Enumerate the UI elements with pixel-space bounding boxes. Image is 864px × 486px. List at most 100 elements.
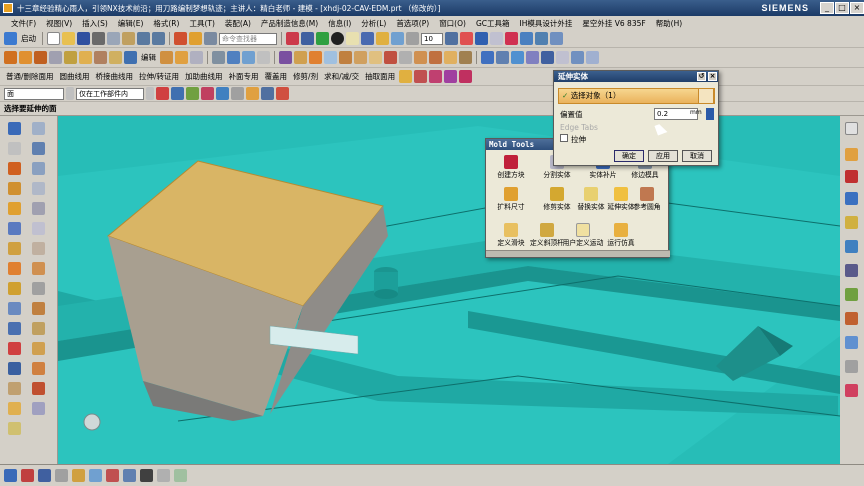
shortcut-extract-face[interactable]: 抽取面用 bbox=[363, 71, 397, 82]
tool-join-icon[interactable] bbox=[459, 70, 473, 83]
wrap-icon[interactable] bbox=[8, 322, 21, 335]
wcs-icon[interactable] bbox=[301, 32, 314, 45]
new-file-icon[interactable] bbox=[47, 32, 60, 45]
unite-icon[interactable] bbox=[32, 322, 45, 335]
mirror-icon[interactable] bbox=[124, 51, 137, 64]
tool-divide-icon[interactable] bbox=[444, 70, 458, 83]
sphere-icon[interactable] bbox=[316, 32, 329, 45]
instance-icon[interactable] bbox=[32, 362, 45, 375]
rib-icon[interactable] bbox=[32, 262, 45, 275]
shading-icon[interactable] bbox=[331, 32, 344, 45]
bounded-plane-icon[interactable] bbox=[324, 51, 337, 64]
patch-icon[interactable] bbox=[354, 51, 367, 64]
curve-spline-icon[interactable] bbox=[242, 51, 255, 64]
filter-icon[interactable] bbox=[156, 87, 169, 100]
soft-blend-icon[interactable] bbox=[32, 402, 45, 415]
line-icon[interactable] bbox=[481, 51, 494, 64]
subtract-icon[interactable] bbox=[8, 342, 21, 355]
type-filter-select[interactable]: 面 bbox=[4, 87, 64, 100]
snap-intersection-icon[interactable] bbox=[261, 87, 274, 100]
datum-axis-icon[interactable] bbox=[32, 162, 45, 175]
roles-icon[interactable] bbox=[845, 336, 858, 349]
split-body-icon[interactable] bbox=[175, 51, 188, 64]
grid-icon[interactable] bbox=[445, 32, 458, 45]
extract-icon[interactable] bbox=[369, 51, 382, 64]
revolve-icon[interactable] bbox=[19, 51, 32, 64]
circle-icon[interactable] bbox=[511, 51, 524, 64]
shortcut-cover[interactable]: 覆盖用 bbox=[263, 71, 290, 82]
datum-plane-icon[interactable] bbox=[8, 162, 21, 175]
scale-body-icon[interactable] bbox=[32, 302, 45, 315]
menu-tools[interactable]: 工具(T) bbox=[184, 18, 219, 29]
menu-ih-mold[interactable]: IH模具设计外挂 bbox=[515, 18, 578, 29]
history-icon[interactable] bbox=[845, 264, 858, 277]
shortcut-extrude[interactable]: 拉伸/转证用 bbox=[137, 71, 181, 82]
palette-icon[interactable] bbox=[845, 384, 858, 397]
intersect-curve-icon[interactable] bbox=[586, 51, 599, 64]
surface-icon[interactable] bbox=[279, 51, 292, 64]
trim-body-icon[interactable] bbox=[160, 51, 173, 64]
minimize-button[interactable]: _ bbox=[820, 2, 834, 14]
curve-arc-icon[interactable] bbox=[227, 51, 240, 64]
system-materials-icon[interactable] bbox=[845, 288, 858, 301]
copy-icon[interactable] bbox=[107, 32, 120, 45]
cut-icon[interactable] bbox=[92, 32, 105, 45]
block-icon[interactable] bbox=[8, 182, 21, 195]
shell-icon[interactable] bbox=[94, 51, 107, 64]
curve-line-icon[interactable] bbox=[212, 51, 225, 64]
status-dim-icon[interactable] bbox=[106, 469, 119, 482]
dialog-close-icon[interactable]: × bbox=[708, 72, 717, 81]
select-face-icon[interactable] bbox=[698, 88, 714, 104]
emboss-icon[interactable] bbox=[32, 282, 45, 295]
status-view-icon[interactable] bbox=[4, 469, 17, 482]
view-front-icon[interactable] bbox=[8, 122, 21, 135]
extrude-icon[interactable] bbox=[4, 51, 17, 64]
zoom-select[interactable]: 10 bbox=[421, 32, 443, 45]
window-icon[interactable] bbox=[204, 32, 217, 45]
resize-face-icon[interactable] bbox=[429, 51, 442, 64]
mold-tool-run-simulation[interactable]: 运行仿真 bbox=[598, 223, 644, 247]
cone-icon[interactable] bbox=[8, 202, 21, 215]
pad-icon[interactable] bbox=[8, 242, 21, 255]
menu-analysis[interactable]: 分析(L) bbox=[356, 18, 391, 29]
shortcut-bridge-curve[interactable]: 桥接曲线用 bbox=[94, 71, 136, 82]
menu-info[interactable]: 信息(I) bbox=[323, 18, 356, 29]
shortcut-delete-face[interactable]: 普通/删除面用 bbox=[4, 71, 56, 82]
menu-window[interactable]: 窗口(O) bbox=[434, 18, 471, 29]
sew-icon[interactable] bbox=[339, 51, 352, 64]
open-folder-icon[interactable] bbox=[62, 32, 75, 45]
hd3d-tools-icon[interactable] bbox=[845, 216, 858, 229]
view-top-icon[interactable] bbox=[32, 122, 45, 135]
shortcut-boolean[interactable]: 求和/减/交 bbox=[322, 71, 361, 82]
status-pmi-icon[interactable] bbox=[140, 469, 153, 482]
sweep-icon[interactable] bbox=[294, 51, 307, 64]
edge-blend-icon[interactable] bbox=[32, 382, 45, 395]
constraint-navigator-icon[interactable] bbox=[845, 170, 858, 183]
snap-face-icon[interactable] bbox=[246, 87, 259, 100]
save-icon[interactable] bbox=[77, 32, 90, 45]
paste-icon[interactable] bbox=[122, 32, 135, 45]
draft-icon[interactable] bbox=[109, 51, 122, 64]
hole-icon[interactable] bbox=[34, 51, 47, 64]
section-icon[interactable] bbox=[391, 32, 404, 45]
mold-tool-reference-blend[interactable]: 参考圆角 bbox=[624, 187, 670, 211]
reuse-library-icon[interactable] bbox=[845, 192, 858, 205]
view-icon[interactable] bbox=[406, 32, 419, 45]
blend-icon[interactable] bbox=[64, 51, 77, 64]
start-icon[interactable] bbox=[4, 32, 17, 45]
move-icon[interactable] bbox=[520, 32, 533, 45]
reset-icon[interactable]: ↺ bbox=[697, 72, 706, 81]
thicken-icon[interactable] bbox=[8, 302, 21, 315]
delete-face-icon[interactable] bbox=[384, 51, 397, 64]
chamfer-icon[interactable] bbox=[79, 51, 92, 64]
mold-tools-scrollbar[interactable] bbox=[486, 250, 670, 257]
menu-pmi[interactable]: 产品制造信息(M) bbox=[256, 18, 323, 29]
boolean-icon[interactable] bbox=[49, 51, 62, 64]
status-note-icon[interactable] bbox=[157, 469, 170, 482]
status-render-icon[interactable] bbox=[72, 469, 85, 482]
menu-file[interactable]: 文件(F) bbox=[6, 18, 41, 29]
shortcut-trim[interactable]: 修剪/剂 bbox=[291, 71, 320, 82]
feature-group-icon[interactable] bbox=[8, 362, 21, 375]
menu-gc-toolkit[interactable]: GC工具箱 bbox=[471, 18, 515, 29]
view-iso-icon[interactable] bbox=[32, 142, 45, 155]
